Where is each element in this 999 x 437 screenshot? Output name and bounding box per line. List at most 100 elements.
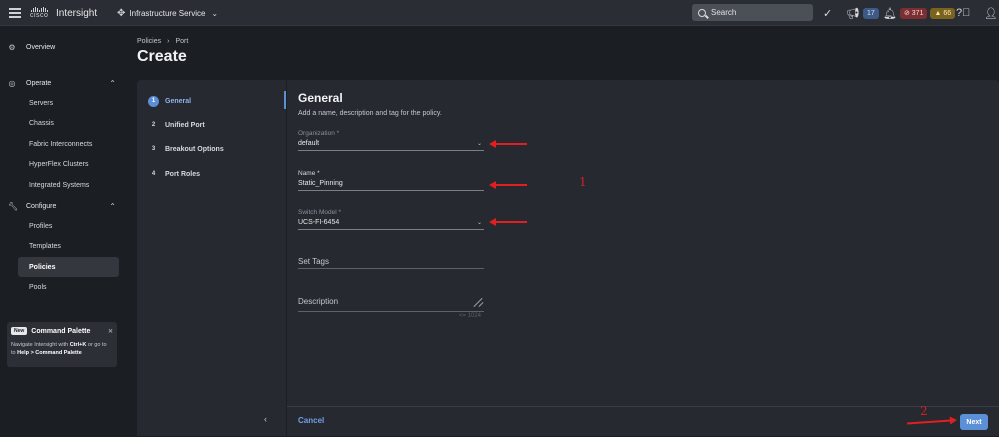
organization-select[interactable]: default ⌄	[298, 140, 484, 151]
new-tag: New	[11, 327, 28, 335]
step-number: 3	[151, 146, 156, 152]
annotation-number-2: 2	[920, 404, 928, 418]
next-button[interactable]: Next	[960, 414, 988, 430]
resize-handle-icon[interactable]	[474, 297, 484, 307]
service-label: Infrastructure Service	[129, 8, 206, 18]
tags-input[interactable]: Set Tags	[298, 257, 484, 269]
nav-operate[interactable]: ◎ Operate ⌃	[0, 73, 128, 93]
nav-operate-label: Operate	[26, 79, 52, 87]
command-palette-title: Command Palette	[31, 327, 91, 335]
announcements-button[interactable]: 📢︎ 17	[846, 0, 879, 26]
chevron-up-icon: ⌃	[109, 78, 116, 88]
name-label: Name *	[298, 170, 320, 177]
form-description: Add a name, description and tag for the …	[298, 110, 442, 117]
bell-icon: 🔔︎	[883, 7, 897, 20]
organization-value: default	[298, 140, 320, 147]
chevron-up-icon: ⌃	[109, 201, 116, 211]
app-name: Intersight	[56, 7, 98, 19]
annotation-arrow-organization	[489, 140, 527, 148]
overview-icon: ⚙	[8, 42, 16, 52]
search-icon	[698, 8, 706, 17]
step-label: General	[165, 97, 192, 105]
step-port-roles[interactable]: 4 Port Roles	[148, 168, 200, 180]
breadcrumb-policies[interactable]: Policies	[137, 38, 161, 45]
chevron-down-icon: ⌄	[476, 141, 482, 147]
switch-model-label: Switch Model *	[298, 209, 341, 216]
sidebar-item-servers[interactable]: Servers	[0, 93, 128, 113]
switch-model-field: Switch Model * UCS-FI-6454 ⌄	[298, 209, 484, 230]
description-field: Description	[298, 292, 484, 312]
command-palette-card: New Command Palette ✕ Navigate Intersigh…	[7, 322, 117, 367]
megaphone-icon: 📢︎	[846, 7, 860, 20]
switch-model-value: UCS-FI-6454	[298, 219, 340, 226]
sidebar-item-fabric-interconnects[interactable]: Fabric Interconnects	[0, 134, 128, 154]
user-icon[interactable]: 👤︎	[984, 0, 998, 26]
character-counter: <= 1024	[459, 313, 482, 319]
annotation-arrow-name	[489, 181, 527, 189]
wizard-footer: Cancel Next	[287, 406, 999, 436]
switch-model-select[interactable]: UCS-FI-6454 ⌄	[298, 219, 484, 230]
command-palette-text: Navigate Intersight with Ctrl+K or go to…	[11, 342, 107, 356]
step-number: 2	[151, 122, 156, 128]
collapse-chevron-left-icon[interactable]: ‹	[264, 414, 267, 424]
annotation-arrow-switch-model	[489, 218, 527, 226]
close-icon[interactable]: ✕	[108, 328, 113, 335]
nav-overview[interactable]: ⚙ Overview	[0, 37, 128, 57]
warning-alarm-badge: ▲ 66	[930, 7, 956, 19]
search-input[interactable]: Search	[692, 4, 813, 21]
organization-label: Organization *	[298, 130, 340, 137]
form-panel: General Add a name, description and tag …	[287, 80, 999, 406]
hamburger-menu-icon[interactable]	[8, 0, 22, 26]
operate-icon: ◎	[8, 78, 16, 88]
alarms-button[interactable]: 🔔︎ ⊘ 371 ▲ 66	[883, 0, 956, 26]
tags-field: Set Tags	[298, 255, 484, 269]
step-unified-port[interactable]: 2 Unified Port	[148, 119, 205, 131]
nav-configure[interactable]: 🔧︎ Configure ⌃	[0, 196, 128, 216]
chevron-down-icon: ⌄	[211, 8, 219, 18]
annotation-number-1: 1	[579, 175, 587, 189]
sidebar-item-templates[interactable]: Templates	[0, 237, 128, 257]
chevron-down-icon: ⌄	[476, 220, 482, 226]
sidebar-item-integrated-systems[interactable]: Integrated Systems	[0, 175, 128, 195]
wizard-steps-panel: 1 General 2 Unified Port 3 Breakout Opti…	[137, 80, 286, 436]
nav-configure-group: 🔧︎ Configure ⌃ Profiles Templates Policies…	[0, 196, 128, 298]
step-number: 4	[151, 171, 156, 177]
check-circle-icon[interactable]: ✓	[823, 0, 832, 26]
step-label: Port Roles	[165, 170, 201, 178]
page-title: Create	[137, 48, 187, 65]
chevron-right-icon: ›	[167, 38, 170, 45]
service-selector[interactable]: ✥ Infrastructure Service ⌄	[117, 0, 218, 26]
infrastructure-service-icon: ✥	[117, 7, 126, 19]
sidebar-item-hyperflex-clusters[interactable]: HyperFlex Clusters	[0, 155, 128, 175]
help-icon[interactable]: ?⃝	[956, 0, 970, 26]
nav-configure-label: Configure	[26, 202, 57, 210]
sidebar-item-pools[interactable]: Pools	[0, 278, 128, 298]
breadcrumb: Policies › Port	[137, 38, 188, 45]
name-value: Static_Pinning	[298, 180, 343, 187]
tags-placeholder: Set Tags	[298, 257, 329, 266]
top-bar: cisco Intersight ✥ Infrastructure Servic…	[0, 0, 999, 26]
name-input[interactable]: Static_Pinning	[298, 180, 484, 191]
description-placeholder: Description	[298, 297, 339, 306]
nav-operate-group: ◎ Operate ⌃ Servers Chassis Fabric Interco…	[0, 73, 128, 196]
sidebar-item-chassis[interactable]: Chassis	[0, 114, 128, 134]
step-number: 1	[148, 95, 159, 107]
step-general[interactable]: 1 General	[148, 95, 191, 107]
sidebar-item-policies[interactable]: Policies	[18, 257, 119, 277]
critical-alarm-badge: ⊘ 371	[899, 7, 928, 19]
step-label: Breakout Options	[165, 145, 224, 153]
step-label: Unified Port	[165, 121, 205, 129]
name-field: Name * Static_Pinning	[298, 170, 484, 191]
form-title: General	[298, 91, 343, 105]
announcements-badge: 17	[862, 7, 879, 19]
breadcrumb-port: Port	[175, 38, 189, 45]
sidebar-item-profiles[interactable]: Profiles	[0, 216, 128, 236]
description-textarea[interactable]: Description	[298, 295, 484, 312]
cisco-logo: cisco	[30, 0, 48, 26]
cancel-button[interactable]: Cancel	[298, 416, 324, 425]
step-breakout-options[interactable]: 3 Breakout Options	[148, 143, 224, 155]
sidebar: ⚙ Overview ◎ Operate ⌃ Servers Chassis Fabr…	[0, 26, 128, 437]
search-placeholder: Search	[711, 8, 737, 17]
nav-overview-label: Overview	[26, 43, 56, 51]
active-step-indicator	[284, 91, 286, 109]
